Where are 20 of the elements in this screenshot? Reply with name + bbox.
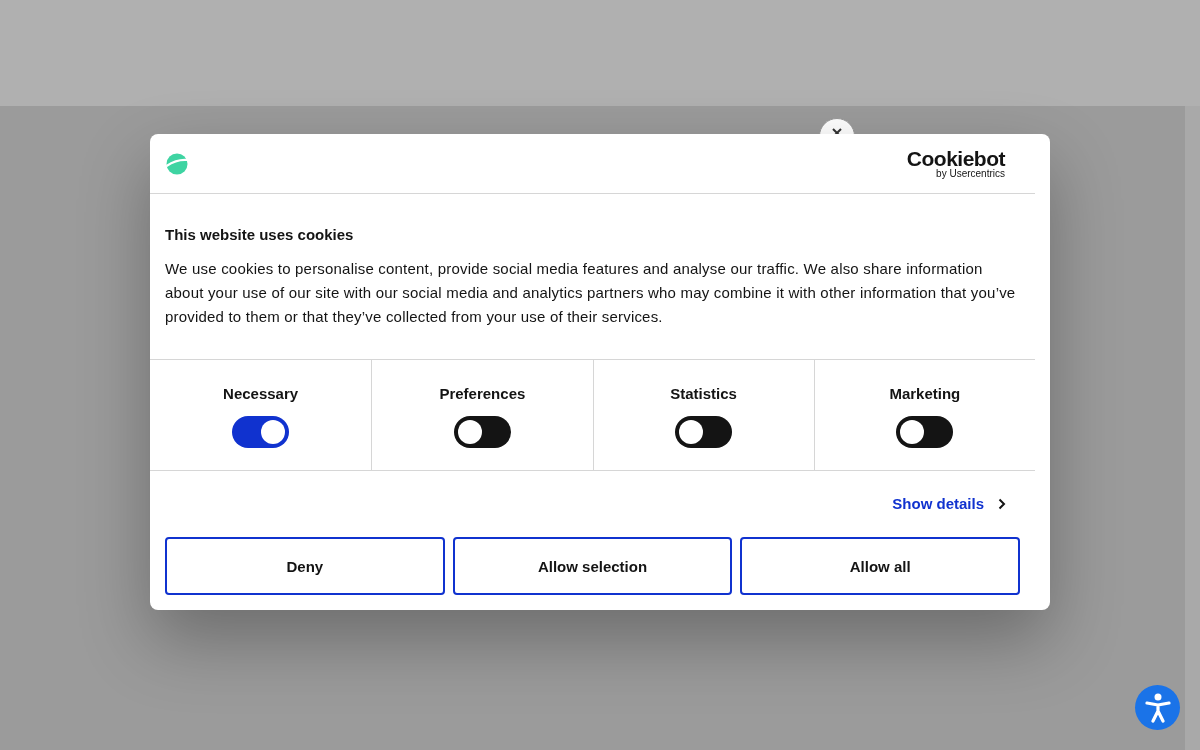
category-label: Necessary bbox=[223, 385, 299, 402]
brand-byline: by Usercentrics bbox=[936, 169, 1005, 179]
category-label: Preferences bbox=[439, 385, 526, 402]
dialog-text: We use cookies to personalise content, provide social media features and analyse our traffic. We also share information about your use of our site with our social media and analytics partners who may combine it with other information that you’ve provided to them or that they’ve collected from your use of their services. bbox=[165, 259, 1017, 327]
consent-button[interactable]: Allow selection bbox=[452, 537, 733, 595]
category-label: Marketing bbox=[889, 385, 961, 402]
accessibility-icon bbox=[1144, 692, 1171, 723]
toggle-switch[interactable] bbox=[896, 416, 954, 448]
accessibility-button[interactable] bbox=[1135, 685, 1180, 730]
toggle-switch[interactable] bbox=[675, 416, 733, 448]
logo-icon bbox=[166, 152, 188, 175]
category-label: Statistics bbox=[670, 385, 737, 402]
consent-button[interactable]: Allow all bbox=[740, 537, 1020, 595]
toggle-switch[interactable] bbox=[453, 416, 511, 448]
details-link[interactable]: Show details bbox=[892, 495, 1006, 512]
toggle-switch[interactable] bbox=[232, 416, 290, 448]
brand-logo: Cookiebot bbox=[906, 148, 1005, 169]
dialog-title: This website uses cookies bbox=[165, 226, 355, 243]
consent-button[interactable]: Deny bbox=[165, 537, 445, 595]
chevron-icon bbox=[998, 497, 1006, 510]
